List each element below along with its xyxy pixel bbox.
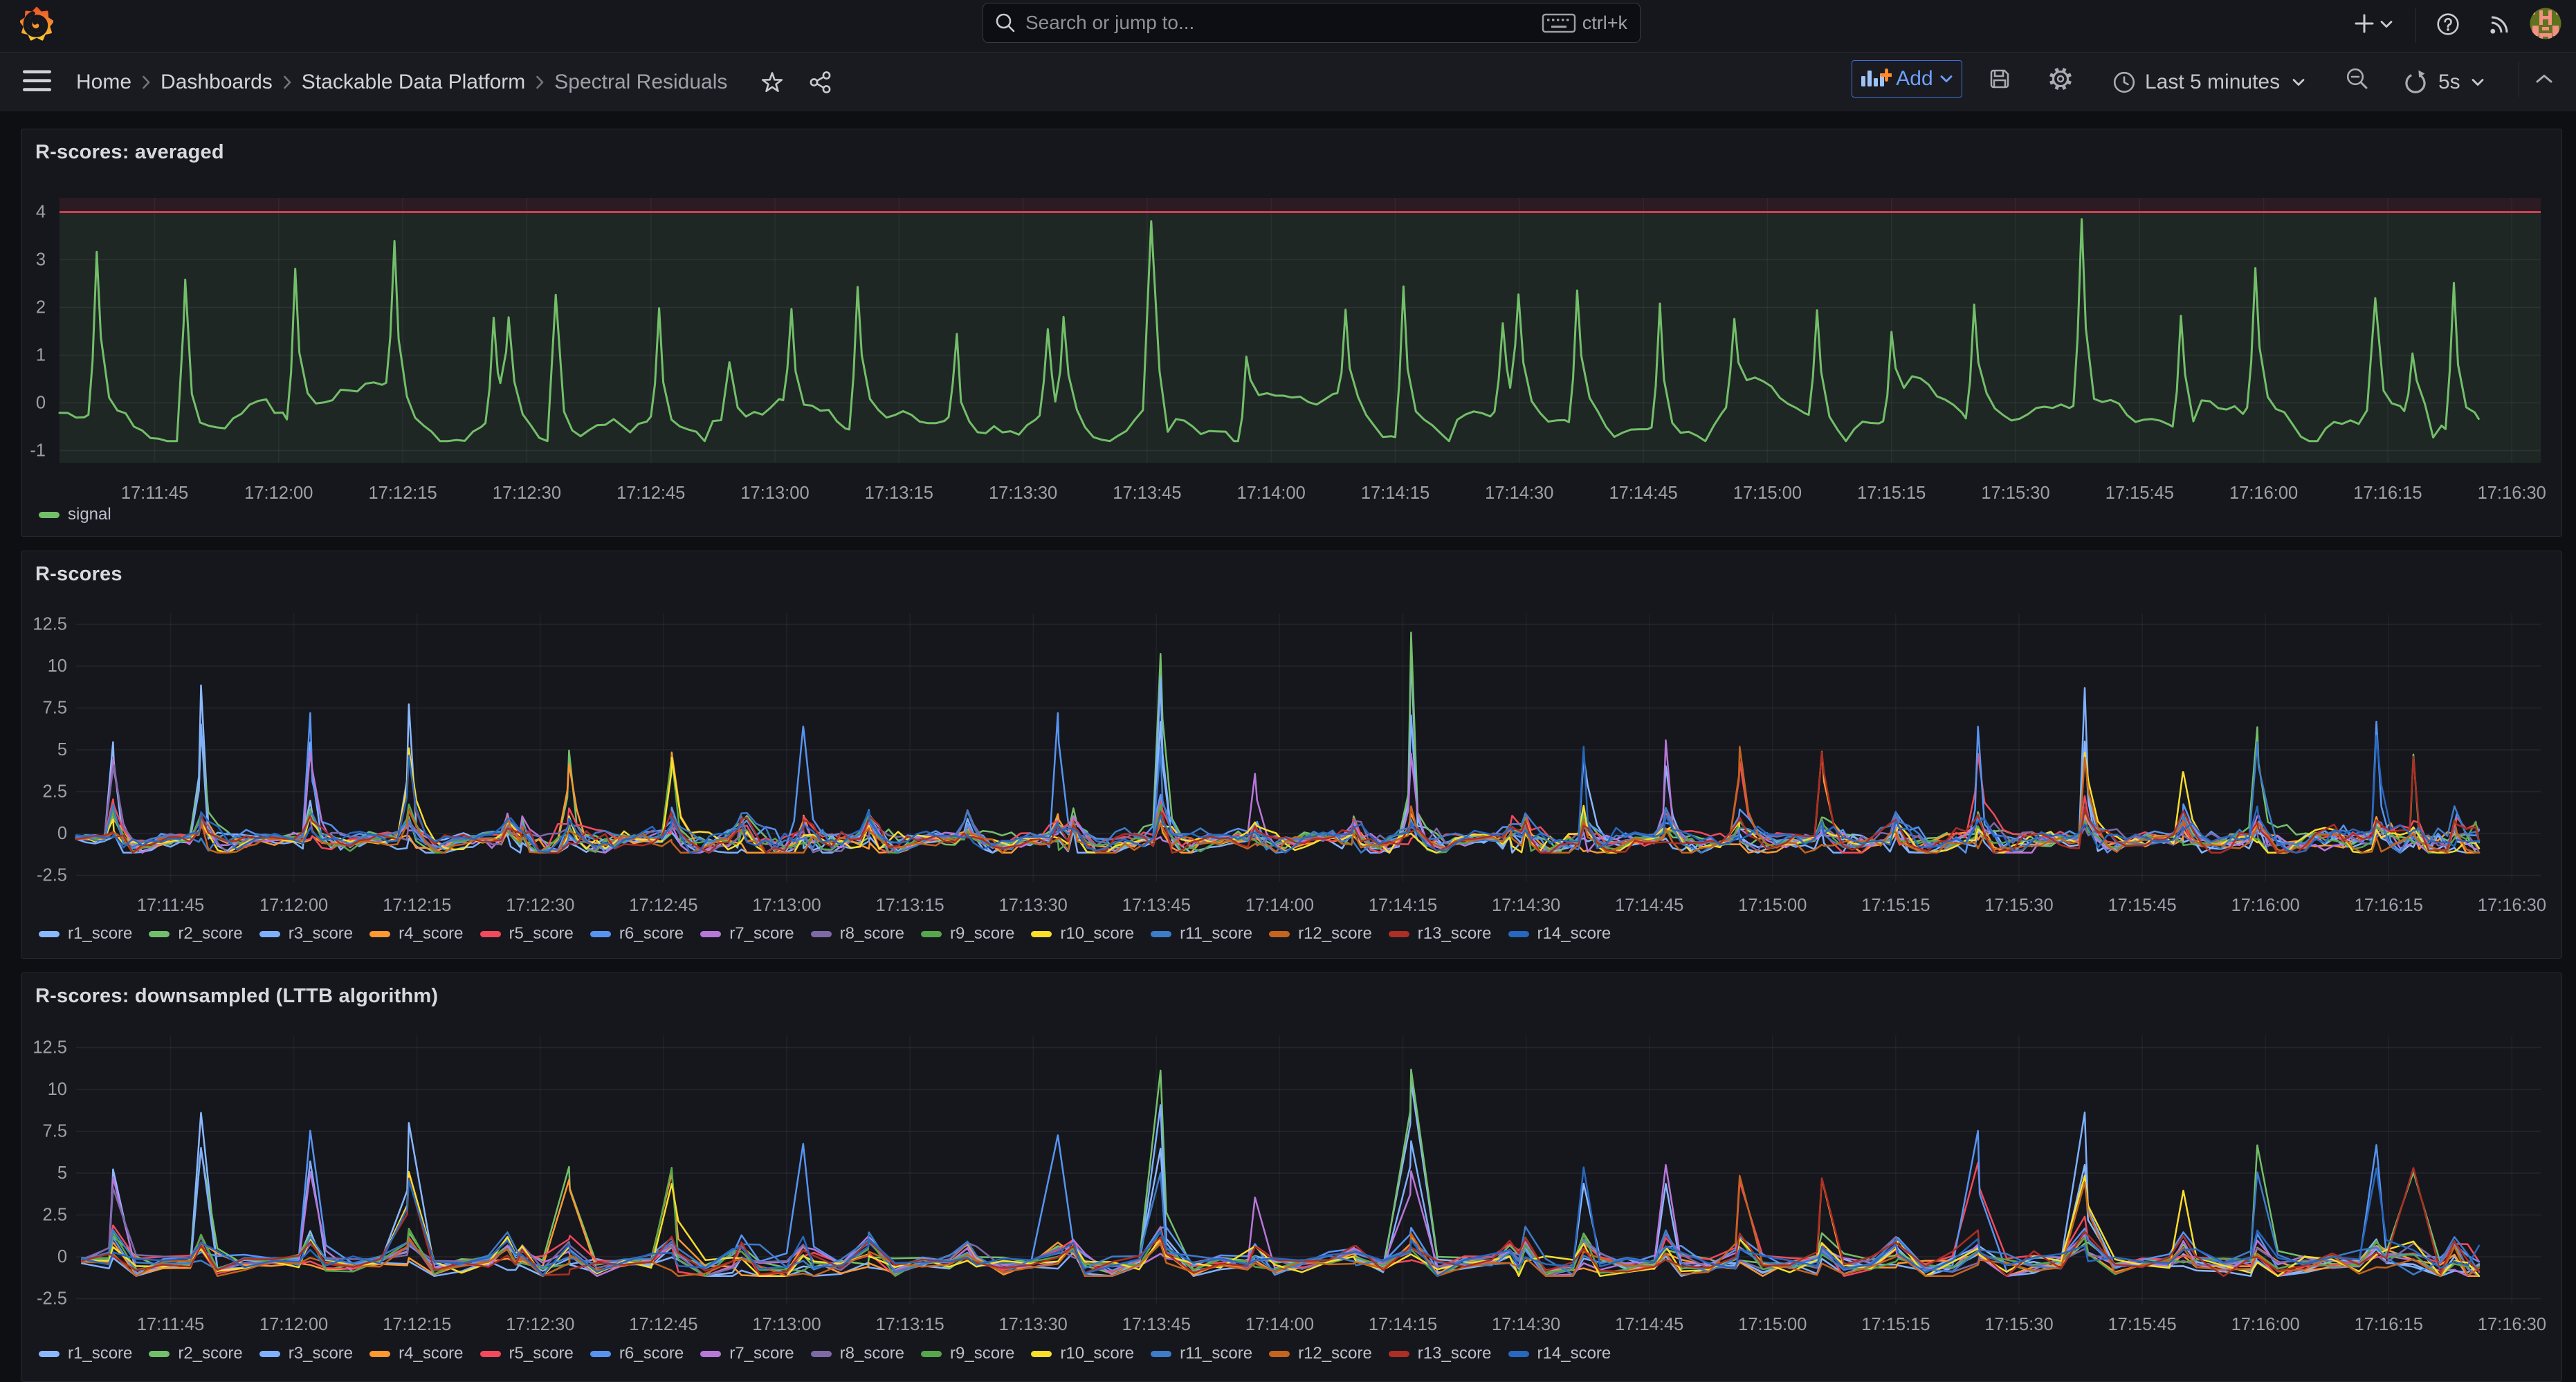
- svg-text:17:14:30: 17:14:30: [1492, 1315, 1560, 1334]
- svg-text:17:16:15: 17:16:15: [2355, 896, 2423, 915]
- svg-text:17:12:30: 17:12:30: [493, 483, 561, 503]
- svg-text:17:14:45: 17:14:45: [1609, 483, 1677, 503]
- svg-text:-2.5: -2.5: [37, 866, 67, 885]
- svg-text:17:14:00: 17:14:00: [1237, 483, 1306, 503]
- svg-text:-1: -1: [30, 441, 46, 461]
- svg-text:5: 5: [57, 740, 67, 759]
- svg-text:17:15:15: 17:15:15: [1861, 1315, 1930, 1334]
- svg-text:17:15:45: 17:15:45: [2105, 483, 2174, 503]
- svg-text:17:12:45: 17:12:45: [629, 896, 697, 915]
- svg-text:0: 0: [57, 824, 67, 843]
- svg-text:17:11:45: 17:11:45: [137, 896, 204, 915]
- svg-text:7.5: 7.5: [43, 1122, 67, 1141]
- svg-text:17:14:30: 17:14:30: [1485, 483, 1553, 503]
- svg-text:17:16:15: 17:16:15: [2355, 1315, 2423, 1334]
- svg-text:17:14:00: 17:14:00: [1245, 1315, 1314, 1334]
- svg-text:-2.5: -2.5: [37, 1289, 67, 1309]
- svg-text:17:13:15: 17:13:15: [865, 483, 933, 503]
- svg-text:17:13:15: 17:13:15: [875, 896, 944, 915]
- svg-text:17:13:00: 17:13:00: [740, 483, 809, 503]
- svg-text:17:12:15: 17:12:15: [368, 483, 437, 503]
- svg-text:0: 0: [36, 394, 46, 413]
- svg-text:10: 10: [48, 656, 67, 676]
- svg-text:17:11:45: 17:11:45: [121, 483, 188, 503]
- svg-text:0: 0: [57, 1247, 67, 1266]
- svg-text:17:15:30: 17:15:30: [1981, 483, 2049, 503]
- svg-text:17:12:00: 17:12:00: [259, 1315, 328, 1334]
- svg-text:2: 2: [36, 298, 46, 317]
- svg-text:17:13:00: 17:13:00: [752, 896, 821, 915]
- svg-text:17:12:15: 17:12:15: [383, 896, 451, 915]
- svg-text:17:13:30: 17:13:30: [989, 483, 1057, 503]
- svg-text:17:14:30: 17:14:30: [1492, 896, 1560, 915]
- svg-text:17:13:15: 17:13:15: [875, 1315, 944, 1334]
- svg-text:17:16:30: 17:16:30: [2478, 483, 2546, 503]
- svg-text:17:15:15: 17:15:15: [1861, 896, 1930, 915]
- svg-text:17:14:15: 17:14:15: [1361, 483, 1429, 503]
- svg-text:17:15:00: 17:15:00: [1738, 1315, 1807, 1334]
- svg-text:10: 10: [48, 1080, 67, 1099]
- svg-text:17:13:30: 17:13:30: [999, 896, 1068, 915]
- svg-text:17:16:15: 17:16:15: [2353, 483, 2422, 503]
- svg-text:17:16:30: 17:16:30: [2478, 1315, 2546, 1334]
- svg-text:17:15:45: 17:15:45: [2108, 896, 2176, 915]
- svg-text:17:12:00: 17:12:00: [259, 896, 328, 915]
- svg-text:12.5: 12.5: [33, 615, 67, 634]
- svg-text:17:13:45: 17:13:45: [1122, 896, 1191, 915]
- svg-text:12.5: 12.5: [33, 1038, 67, 1058]
- svg-text:17:12:45: 17:12:45: [616, 483, 685, 503]
- svg-text:17:16:00: 17:16:00: [2231, 1315, 2300, 1334]
- svg-text:7.5: 7.5: [43, 699, 67, 718]
- svg-text:17:13:00: 17:13:00: [752, 1315, 821, 1334]
- svg-text:17:14:15: 17:14:15: [1369, 896, 1437, 915]
- svg-text:4: 4: [36, 203, 46, 222]
- svg-text:17:12:00: 17:12:00: [244, 483, 313, 503]
- svg-text:2.5: 2.5: [43, 1206, 67, 1225]
- svg-text:17:12:30: 17:12:30: [506, 1315, 574, 1334]
- svg-text:17:12:30: 17:12:30: [506, 896, 574, 915]
- svg-text:3: 3: [36, 250, 46, 270]
- svg-text:17:15:00: 17:15:00: [1738, 896, 1807, 915]
- svg-text:17:14:15: 17:14:15: [1369, 1315, 1437, 1334]
- svg-text:2.5: 2.5: [43, 782, 67, 802]
- svg-text:17:12:15: 17:12:15: [383, 1315, 451, 1334]
- svg-text:17:11:45: 17:11:45: [137, 1315, 204, 1334]
- svg-text:17:12:45: 17:12:45: [629, 1315, 697, 1334]
- svg-text:17:15:30: 17:15:30: [1984, 896, 2053, 915]
- svg-text:5: 5: [57, 1163, 67, 1183]
- svg-text:17:14:45: 17:14:45: [1615, 896, 1683, 915]
- svg-text:17:15:15: 17:15:15: [1857, 483, 1926, 503]
- svg-text:17:15:00: 17:15:00: [1733, 483, 1802, 503]
- svg-text:17:13:30: 17:13:30: [999, 1315, 1068, 1334]
- svg-text:17:15:45: 17:15:45: [2108, 1315, 2176, 1334]
- svg-text:17:13:45: 17:13:45: [1113, 483, 1181, 503]
- svg-text:17:14:45: 17:14:45: [1615, 1315, 1683, 1334]
- svg-text:17:15:30: 17:15:30: [1984, 1315, 2053, 1334]
- svg-text:17:13:45: 17:13:45: [1122, 1315, 1191, 1334]
- svg-text:17:14:00: 17:14:00: [1245, 896, 1314, 915]
- svg-text:17:16:00: 17:16:00: [2229, 483, 2298, 503]
- svg-text:1: 1: [36, 346, 46, 365]
- svg-text:17:16:00: 17:16:00: [2231, 896, 2300, 915]
- svg-text:17:16:30: 17:16:30: [2478, 896, 2546, 915]
